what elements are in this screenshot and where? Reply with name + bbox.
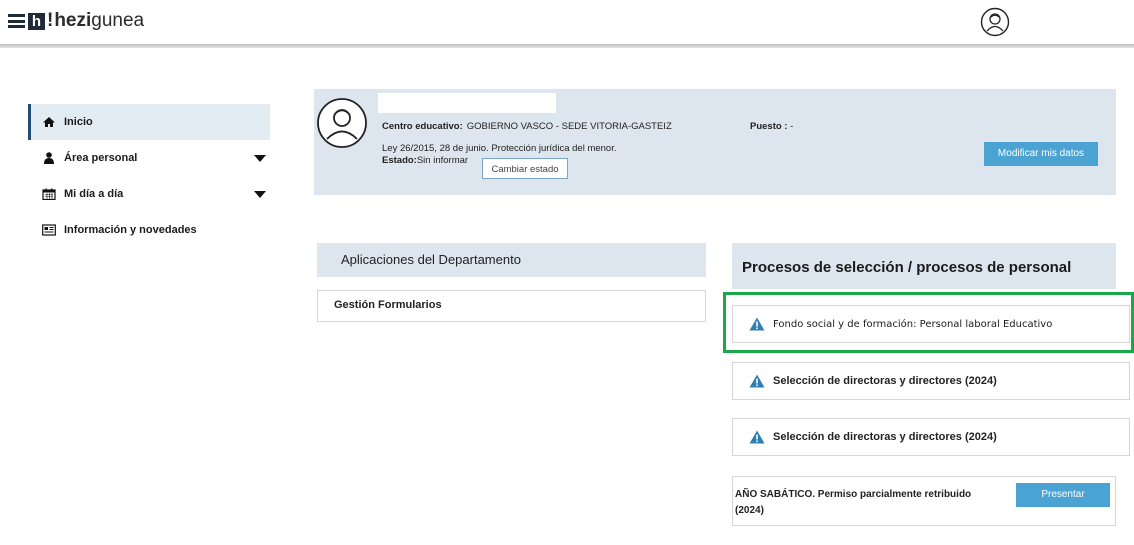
proceso-label: Selección de directoras y directores (20… xyxy=(773,431,997,443)
puesto: Puesto : - xyxy=(750,121,793,132)
centro-value: GOBIERNO VASCO - SEDE VITORIA-GASTEIZ xyxy=(466,121,672,132)
logo-brand-rest: gunea xyxy=(91,10,145,31)
user-name xyxy=(378,93,556,113)
sabatico-label: AÑO SABÁTICO. Permiso parcialmente retri… xyxy=(735,489,972,516)
highlight-box xyxy=(723,292,1134,353)
sidebar-item-label: Mi día a día xyxy=(64,188,124,200)
centro-educativo: Centro educativo: GOBIERNO VASCO - SEDE V… xyxy=(382,121,672,132)
user-circle-icon[interactable] xyxy=(980,7,1010,37)
ley-text: Ley 26/2015, 28 de junio. Protección jur… xyxy=(382,143,617,154)
logo-bang: ! xyxy=(47,10,54,31)
logo-brand-bold: hezi xyxy=(54,10,92,31)
person-icon xyxy=(44,152,54,164)
centro-label: Centro educativo: xyxy=(382,121,463,132)
cambiar-estado-button[interactable]: Cambiar estado xyxy=(482,158,568,179)
sidebar-nav: Inicio Área personal Mi día a día Inform… xyxy=(28,104,270,248)
sidebar-item-area-personal[interactable]: Área personal xyxy=(28,140,270,176)
news-icon xyxy=(42,224,56,236)
logo-h-icon: h xyxy=(28,12,45,30)
home-icon xyxy=(43,117,55,127)
warning-icon xyxy=(749,430,765,444)
estado: Estado:Sin informar xyxy=(382,155,468,166)
estado-value: Sin informar xyxy=(416,155,469,166)
proceso-seleccion-directores-2[interactable]: Selección de directoras y directores (20… xyxy=(732,418,1130,456)
proceso-seleccion-directores-1[interactable]: Selección de directoras y directores (20… xyxy=(732,362,1130,400)
sidebar-item-informacion[interactable]: Información y novedades xyxy=(28,212,270,248)
top-bar: h ! hezi gunea xyxy=(0,0,1134,44)
estado-label: Estado: xyxy=(382,155,417,166)
sidebar-item-mi-dia[interactable]: Mi día a día xyxy=(28,176,270,212)
header-divider xyxy=(0,44,1134,48)
sidebar-item-label: Información y novedades xyxy=(64,224,197,236)
procesos-section-title: Procesos de selección / procesos de pers… xyxy=(732,243,1116,289)
sidebar-item-label: Área personal xyxy=(64,152,138,164)
sidebar-item-label: Inicio xyxy=(64,116,93,128)
app-gestion-formularios[interactable]: Gestión Formularios xyxy=(317,290,706,322)
hamburger-icon[interactable] xyxy=(8,14,25,28)
profile-panel: Centro educativo: GOBIERNO VASCO - SEDE V… xyxy=(314,89,1116,195)
avatar-icon xyxy=(317,98,367,148)
puesto-value: - xyxy=(790,121,794,132)
apps-section-title: Aplicaciones del Departamento xyxy=(317,243,706,277)
presentar-button[interactable]: Presentar xyxy=(1016,483,1110,507)
hezigunea-logo[interactable]: h ! hezi gunea xyxy=(8,10,144,32)
proceso-label: Selección de directoras y directores (20… xyxy=(773,375,997,387)
proceso-ano-sabatico: AÑO SABÁTICO. Permiso parcialmente retri… xyxy=(732,476,1116,526)
sidebar-item-inicio[interactable]: Inicio xyxy=(28,104,270,140)
chevron-down-icon[interactable] xyxy=(254,155,266,162)
puesto-label: Puesto : xyxy=(750,121,788,132)
modificar-datos-button[interactable]: Modificar mis datos xyxy=(984,142,1098,166)
calendar-icon xyxy=(42,188,56,200)
warning-icon xyxy=(749,374,765,388)
chevron-down-icon[interactable] xyxy=(254,191,266,198)
